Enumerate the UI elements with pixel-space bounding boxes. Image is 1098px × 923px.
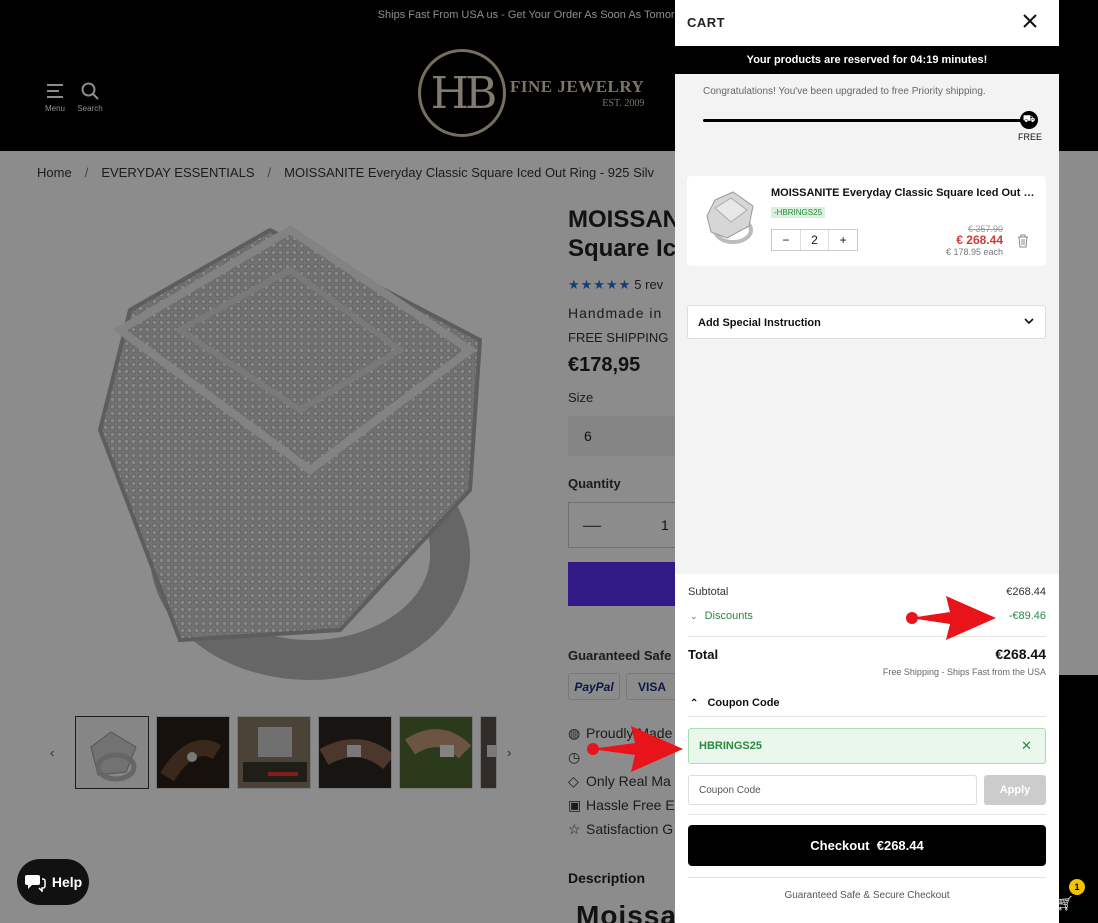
item-name[interactable]: MOISSANITE Everyday Classic Square Iced … — [771, 187, 1041, 199]
apply-coupon-button[interactable]: Apply — [984, 775, 1046, 805]
cart-summary: Subtotal €268.44 ⌄ Discounts -€89.46 Tot… — [675, 574, 1059, 923]
trash-icon[interactable] — [1017, 234, 1029, 248]
total-label: Total — [688, 647, 719, 662]
discounts-toggle[interactable]: ⌄ Discounts — [690, 610, 753, 622]
remove-coupon-icon[interactable]: ✕ — [1021, 738, 1032, 754]
item-price-each: € 178.95 each — [945, 247, 1003, 257]
chevron-down-icon — [1024, 318, 1034, 325]
special-instruction-label: Add Special Instruction — [698, 317, 821, 329]
applied-coupon-code: HBRINGS25 — [699, 740, 762, 752]
cart-count-badge: 1 — [1069, 879, 1085, 895]
cart-items: MOISSANITE Everyday Classic Square Iced … — [675, 164, 1059, 292]
subtotal-value: €268.44 — [1006, 586, 1046, 598]
total-value: €268.44 — [995, 646, 1046, 662]
item-discount-tag: -HBRINGS25 — [771, 207, 826, 218]
shipping-free-label: FREE — [1018, 132, 1043, 142]
close-icon[interactable] — [1021, 12, 1039, 30]
checkout-amount: €268.44 — [876, 838, 924, 853]
arrow-annotation — [906, 596, 996, 640]
shipping-progress: Congratulations! You've been upgraded to… — [675, 74, 1059, 164]
shipping-progress-bar — [703, 119, 1030, 122]
qty-minus-button[interactable]: − — [772, 230, 800, 250]
special-instruction-toggle[interactable]: Add Special Instruction — [687, 305, 1046, 339]
cart-header: CART — [675, 0, 1059, 46]
secure-checkout-note: Guaranteed Safe & Secure Checkout — [784, 890, 950, 901]
truck-icon: ⛟ — [1020, 111, 1038, 129]
cart-drawer: CART Your products are reserved for 04:1… — [675, 0, 1059, 923]
arrow-annotation — [587, 726, 683, 772]
qty-plus-button[interactable]: + — [829, 230, 857, 250]
help-button[interactable]: Help — [17, 859, 89, 905]
cart-icon[interactable]: 🛒︎ — [1056, 895, 1074, 912]
coupon-input[interactable] — [688, 775, 977, 805]
coupon-heading: Coupon Code — [707, 697, 780, 709]
divider — [688, 814, 1046, 815]
chat-icon — [24, 875, 46, 892]
coupon-toggle[interactable]: ⌃ Coupon Code — [690, 697, 780, 709]
qty-value[interactable]: 2 — [799, 230, 830, 250]
shipping-message: Congratulations! You've been upgraded to… — [703, 86, 986, 97]
divider — [688, 877, 1046, 878]
applied-coupon: HBRINGS25 ✕ — [688, 728, 1046, 764]
chevron-down-icon: ⌄ — [690, 611, 698, 621]
cart-line-item: MOISSANITE Everyday Classic Square Iced … — [687, 176, 1046, 266]
discounts-value: -€89.46 — [1008, 610, 1046, 622]
help-label: Help — [51, 874, 83, 890]
checkout-button[interactable]: Checkout €268.44 — [688, 825, 1046, 866]
subtotal-label: Subtotal — [688, 586, 729, 598]
item-thumbnail[interactable] — [701, 186, 759, 248]
reservation-timer: Your products are reserved for 04:19 min… — [675, 46, 1059, 74]
checkout-label: Checkout — [810, 838, 870, 853]
chevron-up-icon: ⌃ — [690, 698, 699, 709]
shipping-note: Free Shipping - Ships Fast from the USA — [882, 667, 1046, 677]
cart-extras: Add Special Instruction — [675, 292, 1059, 574]
divider — [688, 716, 1046, 717]
item-price-discounted: € 268.44 — [956, 233, 1003, 247]
item-qty-stepper: − 2 + — [771, 229, 858, 251]
cart-title: CART — [687, 15, 726, 30]
discounts-label: Discounts — [704, 610, 753, 622]
